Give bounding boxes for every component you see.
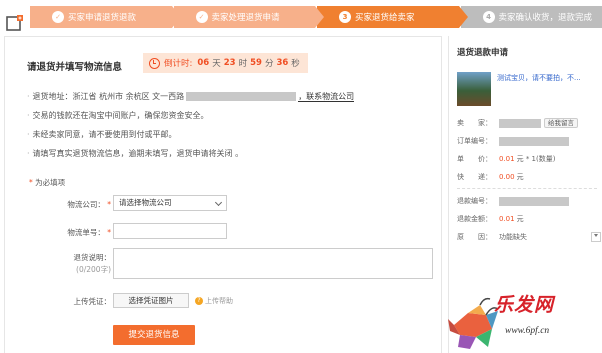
order-key: 订单编号：: [457, 137, 492, 145]
redacted-refund-number: [499, 196, 569, 206]
shipping-value: 0.00: [499, 173, 515, 181]
refund-amount-row: 退款金额： 0.01 元: [457, 214, 601, 224]
countdown-days-unit: 天: [212, 59, 221, 69]
logistics-company-select[interactable]: 请选择物流公司: [113, 195, 227, 211]
sidebar-divider: [457, 188, 597, 189]
product-name-link[interactable]: 测试宝贝，请不要拍，不...: [497, 73, 599, 83]
reason-value: 功能缺失: [499, 233, 527, 241]
select-value: 请选择物流公司: [119, 198, 172, 207]
note-return-address: · 退货地址：浙江省 杭州市 余杭区 文一西路 ，联系物流公司: [27, 92, 355, 102]
price-key: 单 价：: [457, 155, 492, 163]
step-label: 卖家确认收货，退款完成: [498, 13, 593, 23]
countdown-minutes: 59: [250, 58, 262, 68]
step-seller-process: ✓ 卖家处理退货申请: [173, 6, 324, 28]
contact-logistics-link[interactable]: ，联系物流公司: [298, 92, 355, 102]
seller-row: 卖 家： 给我留言: [457, 118, 601, 128]
refund-app-icon: [6, 15, 23, 31]
shipping-unit: 元: [516, 173, 524, 181]
refund-number-key: 退款编号：: [457, 197, 492, 205]
reason-row: 原 因： 功能缺失: [457, 232, 601, 242]
refund-number-row: 退款编号：: [457, 196, 601, 206]
product-thumbnail[interactable]: [457, 72, 491, 106]
progress-stepper: ✓ 买家申请退货退款 ✓ 卖家处理退货申请 3 买家退货给卖家 4 卖家确认收货…: [30, 6, 602, 28]
note-label: 退货说明：: [73, 253, 112, 262]
return-form-panel: 请退货并填写物流信息 倒计时: 06 天 23 时 59 分 36 秒 · 退货地…: [4, 36, 442, 353]
required-hint: * 为必填项: [29, 177, 65, 188]
price-row: 单 价： 0.01 元 * 1(数量): [457, 154, 601, 164]
reason-key: 原 因：: [457, 233, 492, 241]
step-check-icon: ✓: [195, 11, 208, 23]
redacted-seller: [499, 118, 541, 128]
step-number: 3: [339, 11, 351, 23]
submit-return-button[interactable]: 提交退货信息: [113, 325, 195, 345]
countdown-days: 06: [197, 58, 210, 68]
clock-icon: [149, 57, 160, 69]
message-seller-button[interactable]: 给我留言: [544, 118, 578, 128]
note-text: 请填写真实退货物流信息，逾期未填写，退货申请将关闭 。: [32, 149, 244, 158]
sidebar-title: 退货退款申请: [457, 48, 509, 58]
countdown-hours: 23: [223, 58, 236, 68]
refund-amount-key: 退款金额：: [457, 215, 492, 223]
watermark-text: 乐发网: [494, 294, 555, 316]
step-label: 买家退货给卖家: [355, 13, 415, 23]
reason-dropdown-toggle[interactable]: [591, 232, 601, 242]
note-text: 交易的钱款还在淘宝中间账户，确保您资金安全。: [32, 111, 209, 120]
step-seller-confirm: 4 卖家确认收货，退款完成: [460, 6, 602, 28]
note-text: 未经卖家同意，请不要使用到付或平邮。: [32, 130, 177, 139]
return-notes: · 退货地址：浙江省 杭州市 余杭区 文一西路 ，联系物流公司 · 交易的钱款还在淘宝…: [27, 87, 432, 163]
step-label: 卖家处理退货申请: [211, 13, 280, 23]
note-counter: (0/200字): [76, 265, 111, 274]
shipping-row: 快 递： 0.00 元: [457, 172, 601, 182]
redacted-order-number: [499, 136, 569, 146]
note-funds: · 交易的钱款还在淘宝中间账户，确保您资金安全。: [27, 111, 209, 120]
tracking-label: 物流单号： *: [67, 228, 111, 237]
countdown-seconds: 36: [276, 58, 289, 68]
upload-help-text: 上传帮助: [205, 297, 233, 305]
order-row: 订单编号：: [457, 136, 601, 146]
chevron-down-icon: [214, 198, 223, 207]
page-title: 请退货并填写物流信息: [27, 62, 123, 73]
countdown-prefix: 倒计时:: [164, 59, 193, 69]
note-no-cod: · 未经卖家同意，请不要使用到付或平邮。: [27, 130, 177, 139]
required-star: *: [29, 178, 33, 187]
price-value: 0.01: [499, 155, 515, 163]
step-label: 买家申请退货退款: [68, 13, 137, 23]
question-icon: ?: [195, 297, 203, 305]
shipping-key: 快 递：: [457, 173, 492, 181]
return-note-textarea[interactable]: [113, 248, 433, 279]
voucher-label: 上传凭证：: [73, 297, 112, 306]
required-hint-text: 为必填项: [35, 178, 66, 187]
countdown-hours-unit: 时: [238, 59, 248, 69]
step-buyer-request: ✓ 买家申请退货退款: [30, 6, 180, 28]
tracking-number-input[interactable]: [113, 223, 227, 239]
countdown-seconds-unit: 秒: [291, 59, 300, 69]
note-deadline: · 请填写真实退货物流信息，逾期未填写，退货申请将关闭 。: [27, 149, 244, 158]
step-number: 4: [482, 11, 495, 23]
company-label: 物流公司： *: [67, 200, 111, 209]
refund-amount-value: 0.01: [499, 215, 515, 223]
seller-key: 卖 家：: [457, 119, 492, 127]
watermark-url: www.6pf.cn: [505, 326, 550, 336]
price-unit: 元 * 1(数量): [516, 155, 556, 163]
return-address-text: 退货地址：浙江省 杭州市 余杭区 文一西路: [32, 92, 185, 101]
upload-help-link[interactable]: ? 上传帮助: [195, 296, 233, 306]
countdown-timer: 倒计时: 06 天 23 时 59 分 36 秒: [143, 53, 308, 73]
choose-voucher-button[interactable]: 选择凭证图片: [113, 293, 189, 308]
step-check-icon: ✓: [52, 11, 64, 23]
countdown-minutes-unit: 分: [264, 59, 274, 69]
redacted-address: [186, 92, 297, 101]
step-buyer-return: 3 买家退货给卖家: [317, 6, 467, 28]
refund-amount-unit: 元: [516, 215, 524, 223]
